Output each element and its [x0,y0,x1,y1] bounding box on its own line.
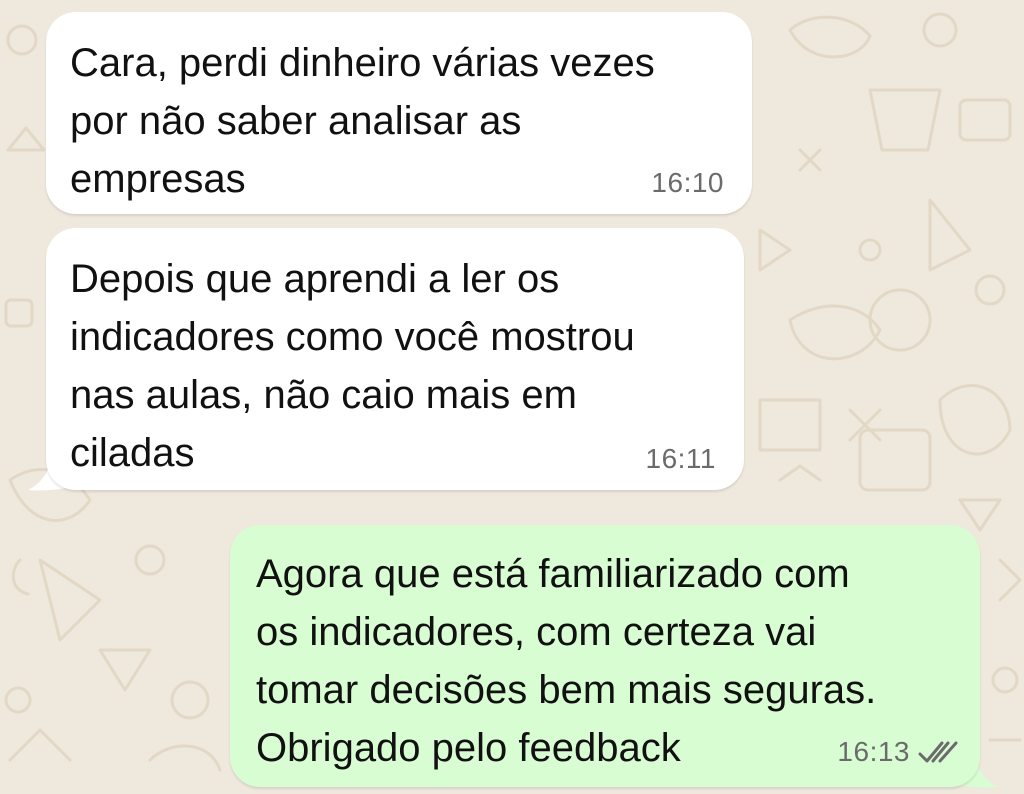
outgoing-message-bubble[interactable]: Agora que está familiarizado com os indi… [230,525,980,787]
message-text: Depois que aprendi a ler os indicadores … [70,257,635,475]
message-timestamp: 16:10 [651,167,724,198]
incoming-message-bubble[interactable]: Depois que aprendi a ler os indicadores … [46,228,744,490]
double-check-icon [918,741,958,763]
message-timestamp: 16:13 [837,736,910,767]
message-timestamp: 16:11 [645,443,716,474]
incoming-message-bubble[interactable]: Cara, perdi dinheiro várias vezes por nã… [46,12,752,214]
message-text: Cara, perdi dinheiro várias vezes por nã… [70,41,655,201]
